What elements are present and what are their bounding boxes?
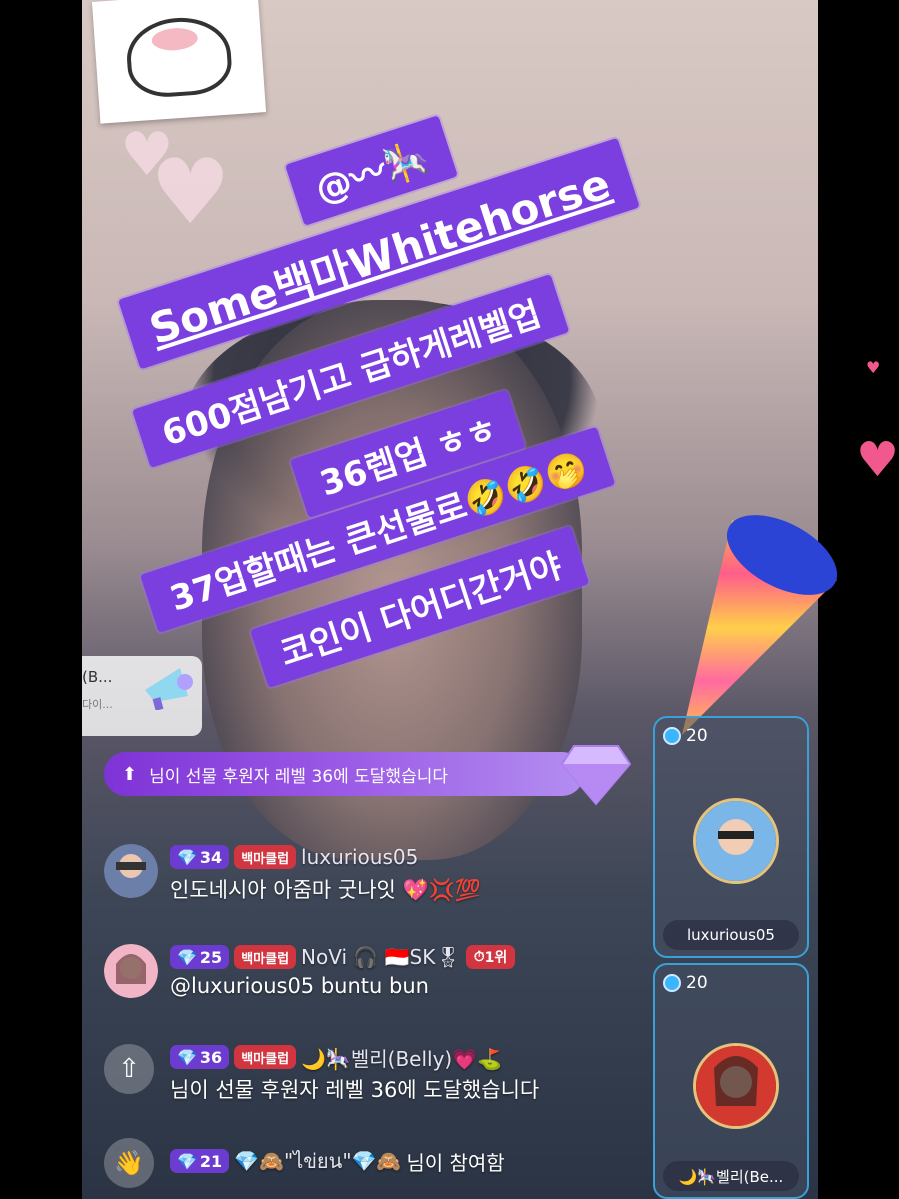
chat-text: 님이 선물 후원자 레벨 36에 도달했습니다 [170, 1078, 540, 1102]
chat-message: 💎 34 백마클럽 luxurious05 인도네시아 아줌마 굿나잇 💖💢💯 [104, 844, 481, 904]
megaphone-icon [145, 668, 193, 710]
level-badge: 💎 34 [170, 845, 230, 869]
heart-icon: ♥ [150, 140, 231, 245]
heart-icon: ♥ [856, 432, 899, 488]
gift-card-name: luxurious05 [663, 920, 799, 950]
gift-card-luxurious05[interactable]: 20 luxurious05 [653, 716, 809, 958]
coin-count: 20 [663, 726, 708, 746]
club-badge: 백마클럽 [234, 845, 297, 869]
heart-icon: ♥ [866, 358, 881, 377]
diamond-icon [560, 745, 632, 806]
coin-icon [663, 727, 681, 745]
chat-username[interactable]: NoVi 🎧 🇮🇩SK🎖 [301, 945, 461, 969]
club-badge: 백마클럽 [234, 1045, 297, 1069]
arrow-up-icon: ⬆ [122, 763, 138, 785]
coin-icon [663, 974, 681, 992]
avatar [693, 1043, 779, 1129]
chat-text: 인도네시아 아줌마 굿나잇 💖💢💯 [170, 878, 481, 902]
rank-badge: ⏱ 1위 [465, 945, 516, 969]
left-letterbox [0, 0, 82, 1199]
level-badge: 💎 21 [170, 1149, 230, 1173]
bunny-icon [124, 14, 234, 100]
level-up-icon: ⇧ [104, 1044, 154, 1094]
gift-card-belly[interactable]: 20 🌙🎠벨리(Be... [653, 963, 809, 1199]
chat-username[interactable]: 🌙🎠벨리(Belly)💗⛳ [301, 1043, 502, 1072]
chat-username[interactable]: 💎🙈"ไข่ยน"💎🙈 [234, 1145, 401, 1177]
party-horn-icon [682, 515, 838, 735]
level-badge: 💎 25 [170, 945, 230, 969]
avatar[interactable] [104, 944, 158, 998]
chat-message: ⇧ 💎 36 백마클럽 🌙🎠벨리(Belly)💗⛳ 님이 선물 후원자 레벨 36… [104, 1044, 539, 1104]
wave-hand-icon: 👋 [104, 1138, 154, 1188]
chat-text: @luxurious05 buntu bun [170, 974, 429, 998]
chat-text: 님이 참여함 [406, 1150, 505, 1175]
chat-username[interactable]: luxurious05 [301, 845, 418, 869]
level-banner-text: 님이 선물 후원자 레벨 36에 도달했습니다 [149, 766, 448, 787]
level-up-banner: ⬆ 님이 선물 후원자 레벨 36에 도달했습니다 [104, 752, 584, 796]
avatar[interactable] [104, 844, 158, 898]
gift-card-name: 🌙🎠벨리(Be... [663, 1161, 799, 1191]
level-badge: 💎 36 [170, 1045, 230, 1069]
chat-message: 💎 21 💎🙈"ไข่ยน"💎🙈 님이 참여함 [170, 1145, 505, 1177]
coin-count: 20 [663, 973, 708, 993]
avatar [693, 798, 779, 884]
club-badge: 백마클럽 [234, 945, 297, 969]
bunny-sticker [91, 0, 267, 124]
chat-message: 💎 25 백마클럽 NoVi 🎧 🇮🇩SK🎖 ⏱ 1위 @luxurious05 … [104, 944, 516, 998]
